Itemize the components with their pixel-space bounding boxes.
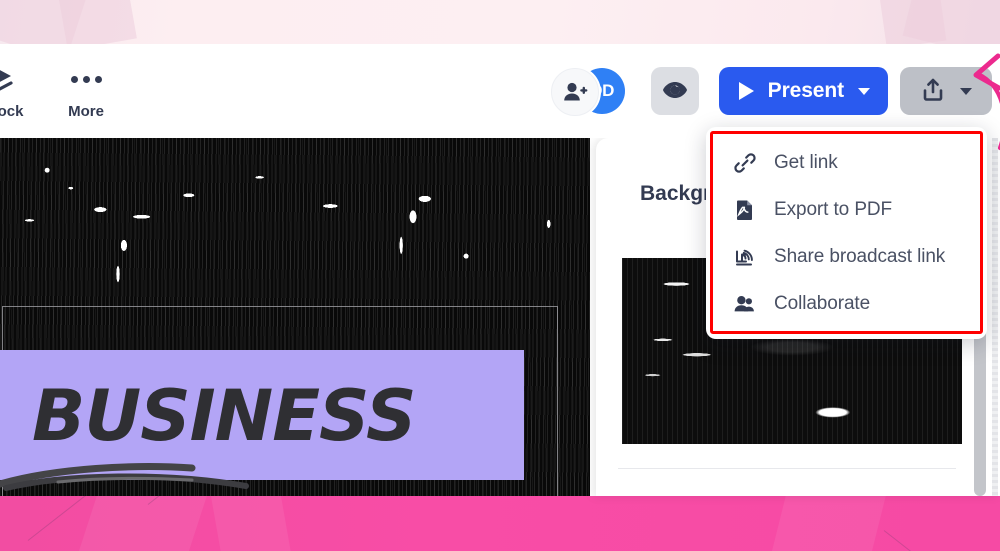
chevron-down-icon[interactable] — [858, 87, 870, 95]
link-icon — [732, 150, 758, 176]
panel-divider — [618, 468, 956, 469]
panel-title: Backgr — [640, 182, 712, 205]
eye-icon — [662, 81, 688, 102]
share-upload-icon — [920, 77, 946, 106]
toolbar-left-group: w block More — [0, 44, 118, 138]
menu-item-collaborate[interactable]: Collaborate — [706, 280, 987, 327]
band-shape — [771, 496, 889, 551]
page-background — [0, 0, 1000, 63]
band-shape — [209, 496, 291, 551]
toolbar-right-group: OD Present — [550, 44, 992, 138]
headline-text[interactable]: BUSINESS — [32, 375, 416, 457]
new-block-label: w block — [0, 103, 24, 120]
dropdown-list: Get link Export to PDF Share broadcast l… — [706, 139, 987, 327]
slide-canvas[interactable]: BUSINESS — [0, 138, 590, 496]
background-shape — [53, 0, 137, 51]
menu-item-label: Share broadcast link — [774, 245, 946, 267]
menu-item-export-to-pdf[interactable]: Export to PDF — [706, 186, 987, 233]
menu-item-label: Export to PDF — [774, 198, 893, 220]
more-tool[interactable]: More — [54, 53, 118, 129]
broadcast-icon — [732, 244, 758, 270]
layers-icon — [0, 62, 13, 96]
ellipsis-icon — [70, 62, 102, 96]
new-block-tool[interactable]: w block — [0, 53, 28, 129]
menu-item-label: Collaborate — [774, 292, 871, 314]
bottom-pink-band — [0, 496, 1000, 551]
band-shape — [78, 496, 212, 551]
avatar-group[interactable]: OD — [550, 68, 631, 116]
chevron-down-icon[interactable] — [960, 87, 972, 95]
play-icon — [738, 82, 754, 100]
preview-button[interactable] — [650, 67, 699, 115]
share-dropdown-menu: Get link Export to PDF Share broadcast l… — [706, 127, 987, 339]
hand-drawn-underline — [0, 463, 249, 491]
more-label: More — [68, 103, 104, 120]
menu-item-share-broadcast-link[interactable]: Share broadcast link — [706, 233, 987, 280]
add-person-icon[interactable] — [550, 68, 599, 116]
people-icon — [732, 291, 758, 317]
present-label: Present — [767, 79, 844, 102]
scrollbar-track[interactable] — [992, 138, 998, 496]
pdf-file-icon — [732, 197, 758, 223]
app-root: w block More OD — [0, 0, 1000, 551]
menu-item-get-link[interactable]: Get link — [706, 139, 987, 186]
share-button[interactable] — [900, 67, 992, 115]
present-button[interactable]: Present — [718, 67, 888, 115]
background-shape — [873, 0, 947, 49]
band-line — [883, 530, 971, 551]
top-toolbar: w block More OD — [0, 44, 1000, 138]
menu-item-label: Get link — [774, 151, 838, 173]
